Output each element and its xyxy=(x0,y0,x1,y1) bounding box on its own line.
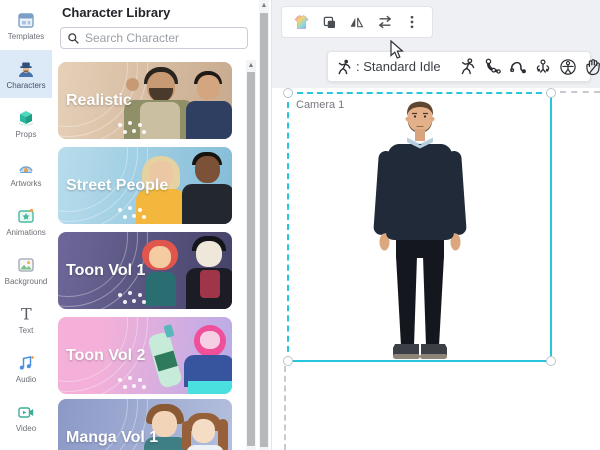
svg-text:T: T xyxy=(21,304,32,323)
scrollbar-thumb[interactable] xyxy=(247,72,255,446)
banner-label: Realistic xyxy=(66,92,132,110)
sidebar-item-templates[interactable]: Templates xyxy=(0,1,52,49)
sidebar-item-audio[interactable]: Audio xyxy=(0,344,52,392)
swap-icon[interactable] xyxy=(374,11,396,33)
banner-toon-vol-1[interactable]: Toon Vol 1 xyxy=(58,232,232,309)
sidebar-item-label: Audio xyxy=(16,375,36,384)
scroll-up-arrow[interactable]: ▲ xyxy=(259,0,269,11)
search-box xyxy=(60,27,248,49)
animations-icon xyxy=(16,206,36,226)
sidebar-item-props[interactable]: Props xyxy=(0,99,52,147)
banner-label: Street People xyxy=(66,177,168,195)
animation-actions xyxy=(457,56,600,78)
pose-icon[interactable] xyxy=(557,56,579,78)
templates-icon xyxy=(16,10,36,30)
main-sidebar: Templates Characters Props xyxy=(0,0,52,450)
sidebar-item-animations[interactable]: Animations xyxy=(0,197,52,245)
sidebar-item-artworks[interactable]: Artworks xyxy=(0,148,52,196)
sidebar-item-label: Animations xyxy=(6,228,46,237)
flip-horizontal-icon[interactable] xyxy=(346,11,368,33)
animation-toolbar: : Standard Idle xyxy=(327,51,591,82)
artworks-icon xyxy=(16,157,36,177)
banner-label: Manga Vol 1 xyxy=(66,429,158,447)
scroll-up-arrow[interactable]: ▲ xyxy=(246,60,256,71)
banner-toon-vol-2[interactable]: Toon Vol 2 xyxy=(58,317,232,394)
sidebar-item-label: Props xyxy=(16,130,37,139)
camera-label: Camera 1 xyxy=(296,99,344,111)
background-icon xyxy=(16,255,36,275)
search-input[interactable] xyxy=(85,31,241,45)
banner-label: Toon Vol 2 xyxy=(66,347,145,365)
banner-list-scrollbar[interactable]: ▲ xyxy=(246,60,256,450)
resize-handle-top-left[interactable] xyxy=(283,88,293,98)
object-toolbar xyxy=(281,6,433,38)
resize-handle-bottom-left[interactable] xyxy=(283,356,293,366)
scene-boundary-left xyxy=(284,366,286,450)
props-icon xyxy=(16,108,36,128)
run-icon xyxy=(336,59,352,75)
characters-icon xyxy=(16,59,36,79)
resize-handle-bottom-right[interactable] xyxy=(546,356,556,366)
sidebar-item-label: Text xyxy=(19,326,34,335)
sidebar-item-label: Characters xyxy=(6,81,45,90)
app-window: Templates Characters Props xyxy=(0,0,600,450)
sidebar-item-characters[interactable]: Characters xyxy=(0,50,52,98)
duplicate-icon[interactable] xyxy=(318,11,340,33)
turnaround-icon[interactable] xyxy=(532,56,554,78)
text-icon: T xyxy=(16,304,36,324)
panel-scrollbar[interactable]: ▲ xyxy=(259,0,269,450)
sidebar-item-video[interactable]: Video xyxy=(0,393,52,441)
banner-street-people[interactable]: Street People xyxy=(58,147,232,224)
video-icon xyxy=(16,402,36,422)
sidebar-item-text[interactable]: T Text xyxy=(0,295,52,343)
current-animation-label: : Standard Idle xyxy=(356,59,441,74)
action-run-icon[interactable] xyxy=(457,56,479,78)
scrollbar-thumb[interactable] xyxy=(260,13,268,447)
banner-manga-vol-1[interactable]: Manga Vol 1 xyxy=(58,399,232,450)
banner-realistic[interactable]: Realistic xyxy=(58,62,232,139)
sidebar-item-background[interactable]: Background xyxy=(0,246,52,294)
panel-title: Character Library xyxy=(62,5,170,20)
stage-area: : Standard Idle xyxy=(272,0,600,450)
stage-character[interactable] xyxy=(355,96,485,364)
search-icon xyxy=(67,32,80,45)
character-library-panel: Character Library Realistic xyxy=(52,0,258,450)
current-animation-button[interactable]: : Standard Idle xyxy=(336,59,441,75)
sparkles-decor xyxy=(118,123,122,127)
limb-icon[interactable] xyxy=(482,56,504,78)
scene-boundary-top xyxy=(560,91,600,93)
audio-icon xyxy=(16,353,36,373)
motion-path-icon[interactable] xyxy=(507,56,529,78)
outfit-icon[interactable] xyxy=(291,11,313,33)
more-icon[interactable] xyxy=(401,11,423,33)
hand-gesture-icon[interactable] xyxy=(582,56,600,78)
sidebar-item-label: Templates xyxy=(8,32,44,41)
resize-handle-top-right[interactable] xyxy=(546,88,556,98)
sidebar-item-label: Artworks xyxy=(10,179,41,188)
sidebar-item-label: Video xyxy=(16,424,36,433)
banner-label: Toon Vol 1 xyxy=(66,262,145,280)
sidebar-item-label: Background xyxy=(5,277,48,286)
